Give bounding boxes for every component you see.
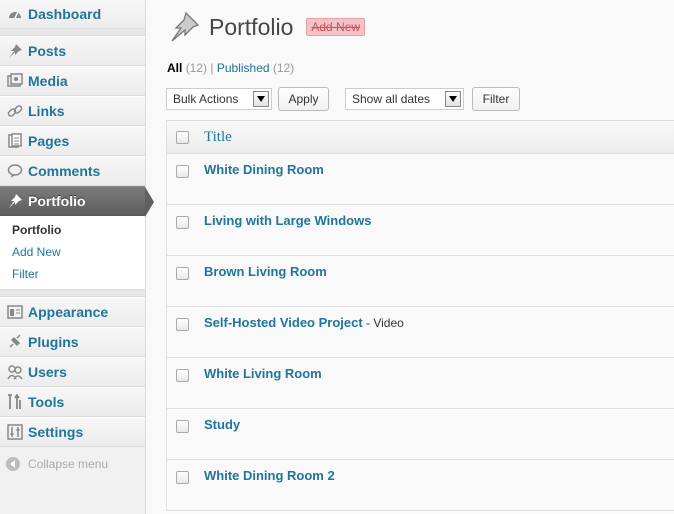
menu-separator bbox=[0, 29, 145, 36]
dropdown-arrow-icon bbox=[445, 91, 461, 107]
post-title-link[interactable]: White Dining Room 2 bbox=[204, 468, 335, 483]
bulk-actions-value: Bulk Actions bbox=[173, 92, 239, 106]
view-published-count: (12) bbox=[272, 61, 295, 75]
menu-media[interactable]: Media bbox=[0, 66, 145, 96]
post-title-link[interactable]: Brown Living Room bbox=[204, 264, 327, 279]
menu-settings[interactable]: Settings bbox=[0, 417, 145, 447]
collapse-menu[interactable]: Collapse menu bbox=[0, 447, 145, 471]
menu-plugins-label: Plugins bbox=[28, 334, 79, 350]
submenu-filter[interactable]: Filter bbox=[12, 263, 145, 285]
table-row: Study bbox=[167, 409, 674, 460]
menu-links[interactable]: Links bbox=[0, 96, 145, 126]
row-checkbox[interactable] bbox=[176, 420, 189, 433]
plugin-icon bbox=[6, 333, 24, 351]
menu-settings-label: Settings bbox=[28, 424, 84, 440]
table-row: Self-Hosted Video Project - Video bbox=[167, 307, 674, 358]
menu-appearance-label: Appearance bbox=[28, 304, 109, 320]
collapse-menu-label: Collapse menu bbox=[28, 457, 109, 471]
post-title-link[interactable]: Living with Large Windows bbox=[204, 213, 371, 228]
view-separator: | bbox=[210, 61, 214, 75]
menu-portfolio[interactable]: Portfolio bbox=[0, 186, 154, 217]
submenu-portfolio[interactable]: Portfolio bbox=[12, 219, 145, 241]
settings-icon bbox=[6, 423, 24, 441]
dates-value: Show all dates bbox=[352, 92, 431, 106]
table-row: White Living Room bbox=[167, 358, 674, 409]
apply-button[interactable]: Apply bbox=[278, 87, 329, 111]
dashboard-icon bbox=[6, 5, 24, 23]
menu-dashboard-label: Dashboard bbox=[28, 6, 102, 22]
menu-plugins[interactable]: Plugins bbox=[0, 327, 145, 357]
pushpin-icon bbox=[6, 42, 24, 60]
submenu-add-new[interactable]: Add New bbox=[12, 241, 145, 263]
menu-media-label: Media bbox=[28, 73, 68, 89]
menu-portfolio-label: Portfolio bbox=[28, 193, 86, 209]
menu-users[interactable]: Users bbox=[0, 357, 145, 387]
post-format-label: - Video bbox=[362, 316, 404, 330]
link-icon bbox=[6, 102, 24, 120]
add-new-button[interactable]: Add New bbox=[306, 18, 366, 36]
menu-tools-label: Tools bbox=[28, 394, 65, 410]
page-title: Portfolio bbox=[209, 13, 294, 40]
view-all[interactable]: All bbox=[167, 61, 182, 75]
pushpin-icon bbox=[6, 192, 24, 210]
post-title-link[interactable]: White Dining Room bbox=[204, 162, 324, 177]
dates-select[interactable]: Show all dates bbox=[345, 88, 464, 110]
menu-comments[interactable]: Comments bbox=[0, 156, 145, 186]
pages-icon bbox=[6, 132, 24, 150]
users-icon bbox=[6, 363, 24, 381]
main-content: Portfolio Add New All (12) | Published (… bbox=[147, 0, 674, 514]
table-row: Brown Living Room bbox=[167, 256, 674, 307]
view-filters: All (12) | Published (12) bbox=[167, 61, 294, 75]
table-row: Living with Large Windows bbox=[167, 205, 674, 256]
menu-tools[interactable]: Tools bbox=[0, 387, 145, 417]
menu-posts[interactable]: Posts bbox=[0, 36, 145, 66]
pushpin-icon bbox=[167, 10, 201, 44]
row-checkbox[interactable] bbox=[176, 165, 189, 178]
post-title-link[interactable]: Self-Hosted Video Project - Video bbox=[204, 315, 404, 330]
menu-links-label: Links bbox=[28, 103, 65, 119]
menu-posts-label: Posts bbox=[28, 43, 67, 59]
media-icon bbox=[6, 72, 24, 90]
post-title-link[interactable]: Study bbox=[204, 417, 240, 432]
post-title-link[interactable]: White Living Room bbox=[204, 366, 322, 381]
admin-sidebar: Dashboard Posts Media Links Pages Commen… bbox=[0, 0, 154, 514]
menu-dashboard[interactable]: Dashboard bbox=[0, 0, 145, 29]
view-all-count: (12) bbox=[185, 61, 208, 75]
filter-button[interactable]: Filter bbox=[472, 87, 520, 111]
row-checkbox[interactable] bbox=[176, 318, 189, 331]
bulk-actions-select[interactable]: Bulk Actions bbox=[166, 88, 272, 110]
comment-bubble-icon bbox=[6, 162, 24, 180]
menu-pages[interactable]: Pages bbox=[0, 126, 145, 156]
appearance-icon bbox=[6, 303, 24, 321]
table-row: White Dining Room bbox=[167, 154, 674, 205]
row-checkbox[interactable] bbox=[176, 369, 189, 382]
view-published[interactable]: Published bbox=[217, 61, 270, 75]
portfolio-table: Title White Dining Room Living with Larg… bbox=[166, 120, 674, 511]
row-checkbox[interactable] bbox=[176, 267, 189, 280]
select-all-checkbox[interactable] bbox=[176, 131, 189, 144]
column-title-header[interactable]: Title bbox=[204, 129, 232, 146]
tools-icon bbox=[6, 393, 24, 411]
menu-pages-label: Pages bbox=[28, 133, 70, 149]
portfolio-submenu: Portfolio Add New Filter bbox=[0, 216, 145, 290]
menu-comments-label: Comments bbox=[28, 163, 101, 179]
menu-separator bbox=[0, 290, 145, 297]
collapse-arrow-icon bbox=[6, 457, 20, 471]
row-checkbox[interactable] bbox=[176, 216, 189, 229]
menu-appearance[interactable]: Appearance bbox=[0, 297, 145, 327]
menu-users-label: Users bbox=[28, 364, 67, 380]
row-checkbox[interactable] bbox=[176, 471, 189, 484]
page-header: Portfolio Add New bbox=[167, 10, 366, 44]
dropdown-arrow-icon bbox=[253, 91, 269, 107]
table-header: Title bbox=[167, 121, 674, 154]
table-row: White Dining Room 2 bbox=[167, 460, 674, 511]
